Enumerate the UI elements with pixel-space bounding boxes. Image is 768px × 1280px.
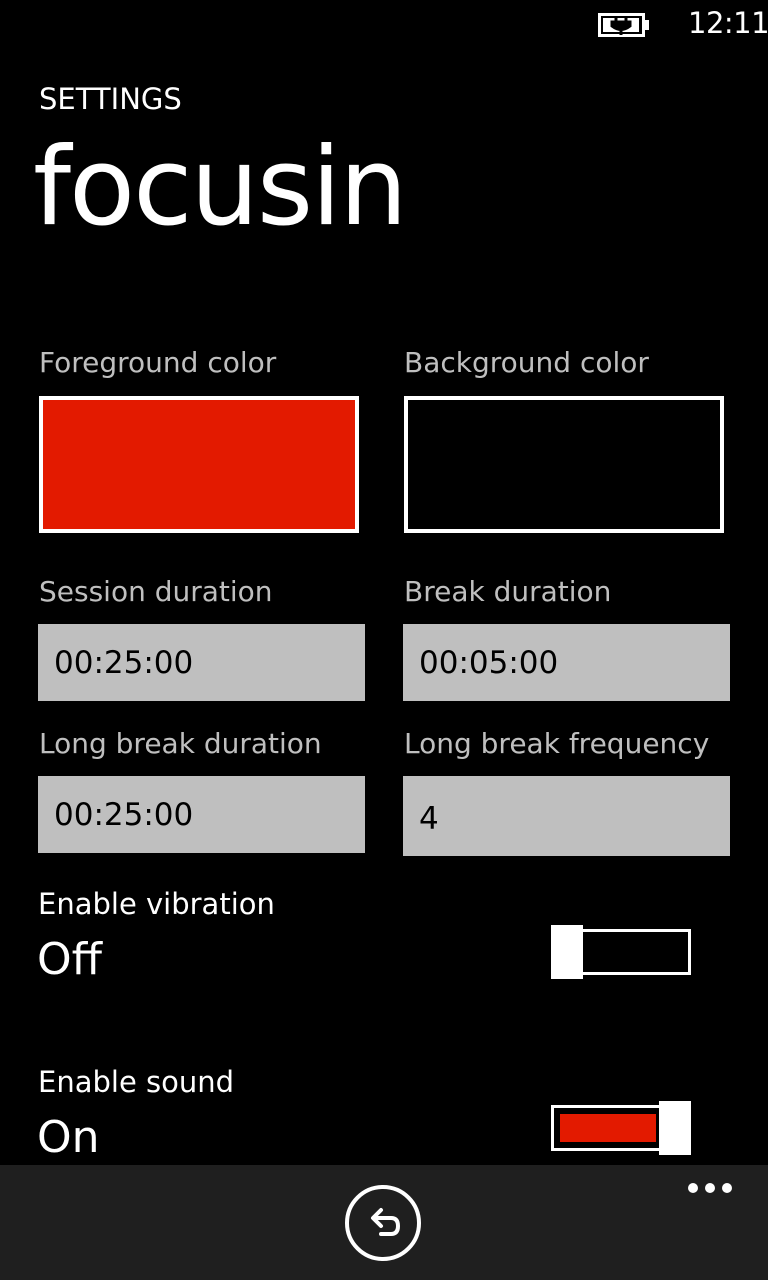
enable-vibration-toggle[interactable] — [551, 925, 691, 979]
break-duration-label: Break duration — [404, 575, 612, 608]
background-color-label: Background color — [404, 346, 649, 379]
long-break-duration-label: Long break duration — [39, 727, 322, 760]
foreground-color-label: Foreground color — [39, 346, 277, 379]
session-duration-input[interactable] — [38, 624, 365, 701]
enable-sound-state: On — [37, 1112, 100, 1163]
enable-vibration-state: Off — [37, 934, 102, 985]
background-color-swatch[interactable] — [404, 396, 724, 533]
back-arrow-icon — [371, 1208, 401, 1236]
break-duration-input[interactable] — [403, 624, 730, 701]
page-title: focusin — [33, 125, 408, 250]
app-caption: SETTINGS — [39, 82, 182, 116]
session-duration-label: Session duration — [39, 575, 273, 608]
long-break-frequency-input[interactable] — [403, 776, 730, 856]
settings-screen: 12:11 SETTINGS focusin Foreground color … — [0, 0, 768, 1280]
status-bar: 12:11 — [0, 0, 768, 50]
toggle-thumb[interactable] — [551, 925, 583, 979]
enable-vibration-label: Enable vibration — [38, 887, 275, 921]
back-button[interactable] — [345, 1185, 421, 1261]
toggle-thumb[interactable] — [659, 1101, 691, 1155]
app-bar — [0, 1165, 768, 1280]
clock: 12:11 — [688, 6, 768, 40]
toggle-fill — [560, 1114, 656, 1142]
foreground-color-swatch[interactable] — [39, 396, 359, 533]
enable-sound-label: Enable sound — [38, 1065, 235, 1099]
enable-sound-toggle[interactable] — [551, 1101, 691, 1155]
long-break-duration-input[interactable] — [38, 776, 365, 853]
more-options-ellipsis-icon[interactable] — [688, 1181, 732, 1195]
long-break-frequency-label: Long break frequency — [404, 727, 710, 760]
battery-charging-icon — [598, 13, 649, 37]
